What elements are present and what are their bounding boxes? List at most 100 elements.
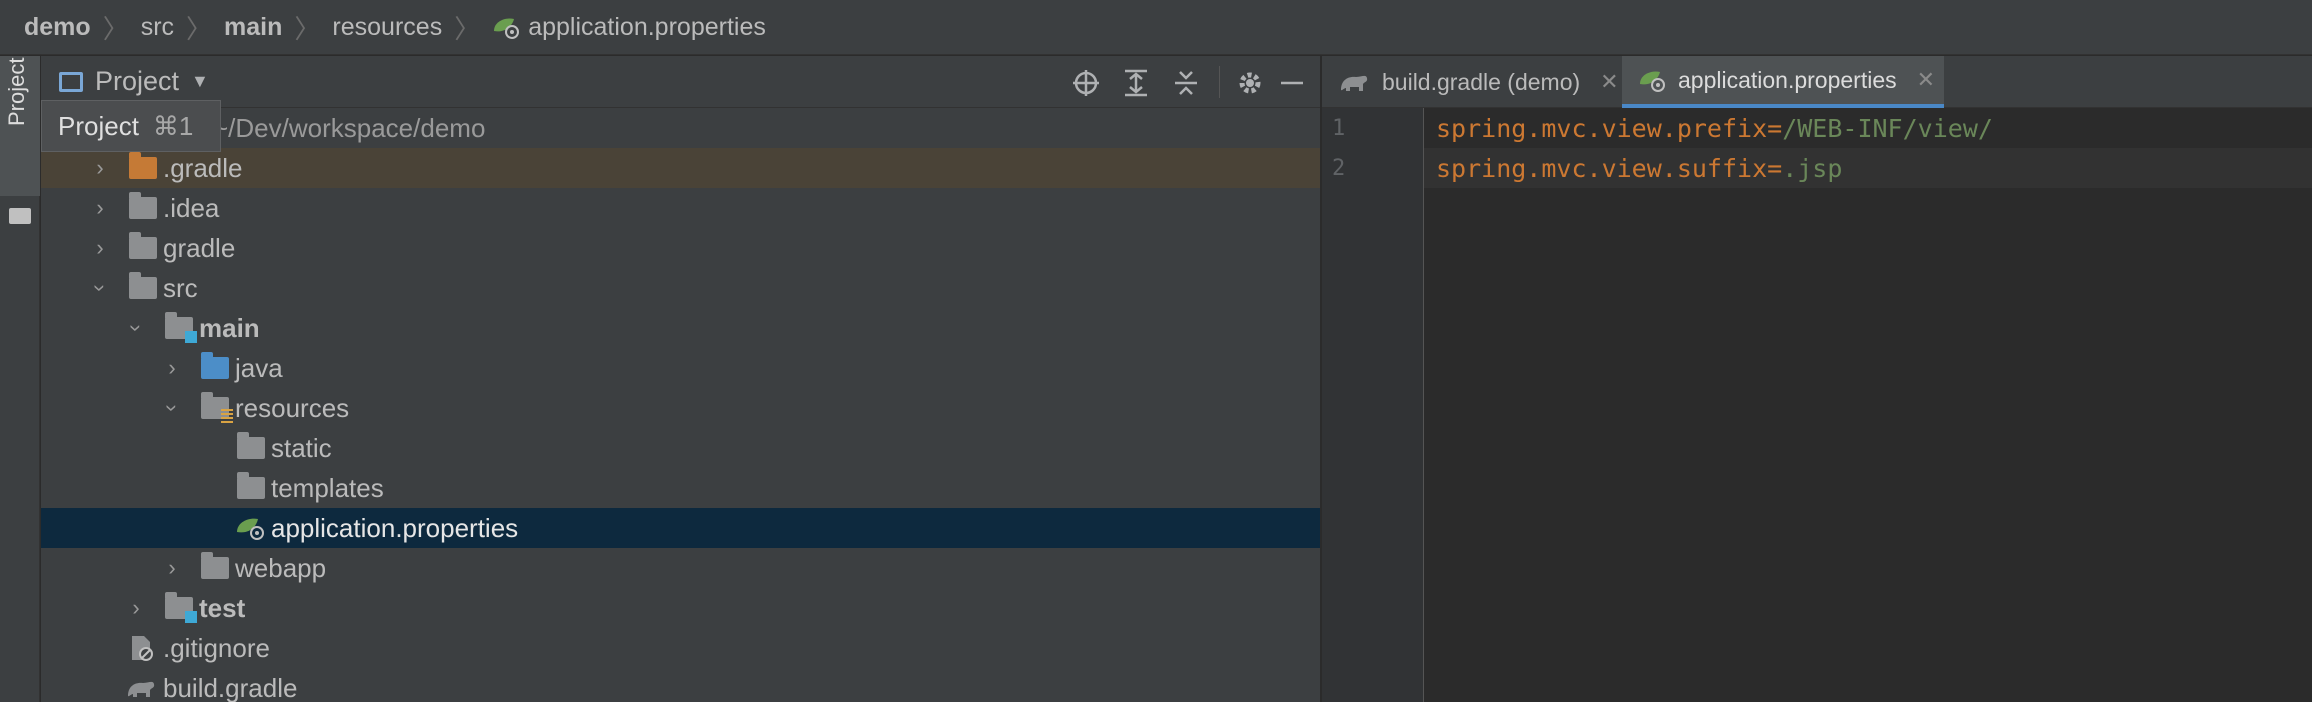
ignore-file-icon	[132, 636, 153, 661]
folder-icon	[129, 272, 157, 299]
tab-label: application.properties	[1678, 66, 1897, 93]
tree-row-application-properties[interactable]: application.properties	[41, 508, 1320, 548]
spring-properties-icon	[1640, 71, 1665, 92]
tree-row-static[interactable]: static	[41, 428, 1320, 468]
folder-icon	[237, 472, 265, 499]
tree-label: resources	[235, 392, 350, 423]
line-number: 1	[1332, 116, 1346, 141]
tree-label: static	[271, 432, 332, 463]
close-icon[interactable]: ✕	[1600, 69, 1618, 95]
tree-label: main	[199, 312, 260, 343]
property-value: /WEB-INF/view/	[1782, 113, 1993, 143]
editor-tabs: build.gradle (demo) ✕ application.proper…	[1322, 56, 2312, 108]
project-tree: ~/Dev/workspace/demo › .gradle › .idea ›…	[41, 108, 1320, 702]
source-root-folder-icon	[165, 312, 197, 343]
locate-icon[interactable]	[1071, 68, 1101, 98]
project-view-selector[interactable]: Project ▼	[59, 66, 209, 97]
window-icon	[59, 71, 83, 92]
breadcrumb-item-demo[interactable]: demo	[24, 13, 91, 42]
tab-build-gradle[interactable]: build.gradle (demo) ✕	[1322, 56, 1622, 108]
resources-folder-icon	[201, 392, 233, 423]
tree-row-main[interactable]: › main	[41, 308, 1320, 348]
breadcrumb-item-main[interactable]: main	[224, 13, 282, 42]
tree-row-java[interactable]: › java	[41, 348, 1320, 388]
folder-orange-icon	[129, 152, 157, 179]
tree-row-resources[interactable]: › resources	[41, 388, 1320, 428]
gradle-icon	[1341, 75, 1368, 91]
folder-icon	[201, 552, 229, 579]
minimize-icon[interactable]	[1277, 68, 1307, 98]
breadcrumb-item-resources[interactable]: resources	[332, 13, 442, 42]
breadcrumb: demo 〉 src 〉 main 〉 resources 〉 applicat…	[0, 0, 2312, 55]
tree-row-idea[interactable]: › .idea	[41, 188, 1320, 228]
tree-row-gitignore[interactable]: .gitignore	[41, 628, 1320, 668]
property-key: spring.mvc.view.suffix	[1436, 153, 1768, 183]
chevron-right-icon[interactable]: ›	[87, 195, 113, 221]
caret-down-icon: ▼	[191, 71, 209, 91]
chevron-right-icon[interactable]: ›	[87, 235, 113, 261]
tree-row-gradle-hidden[interactable]: › .gradle	[41, 148, 1320, 188]
tree-row-src[interactable]: › src	[41, 268, 1320, 308]
breadcrumb-file-label: application.properties	[528, 12, 766, 41]
project-stripe-button[interactable]: Project	[0, 56, 40, 196]
tree-label: .gitignore	[163, 632, 270, 663]
tree-label: webapp	[235, 552, 327, 583]
folder-icon	[129, 232, 157, 259]
folder-icon	[237, 432, 265, 459]
project-stripe-label: Project	[4, 57, 29, 126]
chevron-down-icon[interactable]: ›	[87, 275, 113, 301]
property-equals: =	[1767, 153, 1783, 183]
gear-icon[interactable]	[1235, 68, 1265, 98]
tree-label: .idea	[163, 192, 220, 223]
close-icon[interactable]: ✕	[1917, 67, 1935, 93]
expand-all-icon[interactable]	[1121, 68, 1151, 98]
line-number-gutter[interactable]: 1 2	[1322, 108, 1424, 702]
tooltip-label: Project	[58, 110, 139, 141]
editor: build.gradle (demo) ✕ application.proper…	[1322, 56, 2312, 702]
chevron-right-icon: 〉	[102, 13, 129, 44]
project-view-label: Project	[95, 66, 180, 96]
tree-label: templates	[271, 472, 384, 503]
tree-row-test[interactable]: › test	[41, 588, 1320, 628]
property-value: .jsp	[1782, 153, 1843, 183]
code-line[interactable]: spring.mvc.view.prefix =/WEB-INF/view/	[1424, 108, 2312, 148]
project-tool-window: Project ▼ ~/Dev/workspace/demo › .gradle	[41, 56, 1320, 702]
chevron-down-icon[interactable]: ›	[159, 395, 185, 421]
folder-icon	[129, 192, 157, 219]
chevron-right-icon: 〉	[186, 13, 213, 44]
gradle-icon	[128, 681, 155, 697]
tree-label: java	[235, 352, 283, 383]
chevron-right-icon[interactable]: ›	[87, 155, 113, 181]
folder-icon[interactable]	[9, 208, 31, 224]
tree-label: test	[199, 592, 246, 623]
tree-row-templates[interactable]: templates	[41, 468, 1320, 508]
code-line-current[interactable]: spring.mvc.view.suffix = .jsp	[1424, 148, 2312, 188]
test-folder-icon	[165, 592, 197, 623]
toolbar-divider	[1219, 66, 1220, 98]
tool-window-stripe: Project	[0, 56, 40, 702]
line-number: 2	[1332, 156, 1346, 181]
breadcrumb-item-file[interactable]: application.properties	[492, 13, 766, 42]
folder-blue-icon	[201, 352, 229, 379]
tab-application-properties[interactable]: application.properties ✕	[1622, 56, 1944, 108]
tree-label: build.gradle	[163, 672, 298, 702]
chevron-down-icon[interactable]: ›	[123, 315, 149, 341]
chevron-right-icon[interactable]: ›	[123, 595, 149, 621]
collapse-all-icon[interactable]	[1171, 68, 1201, 98]
tree-row-webapp[interactable]: › webapp	[41, 548, 1320, 588]
tooltip-shortcut: ⌘1	[152, 110, 194, 141]
tree-label: gradle	[163, 232, 236, 263]
chevron-right-icon[interactable]: ›	[159, 355, 185, 381]
chevron-right-icon[interactable]: ›	[159, 555, 185, 581]
tree-row-gradle[interactable]: › gradle	[41, 228, 1320, 268]
tree-row-build-gradle[interactable]: build.gradle	[41, 668, 1320, 702]
property-equals: =	[1767, 113, 1783, 143]
chevron-right-icon: 〉	[294, 13, 321, 44]
tree-label: .gradle	[163, 152, 243, 183]
tooltip: Project ⌘1	[41, 100, 221, 152]
root-path-label: ~/Dev/workspace/demo	[213, 112, 486, 143]
property-key: spring.mvc.view.prefix	[1436, 113, 1768, 143]
spring-properties-icon	[237, 518, 264, 540]
tree-row-root[interactable]: ~/Dev/workspace/demo	[41, 108, 1320, 148]
breadcrumb-item-src[interactable]: src	[141, 13, 174, 42]
